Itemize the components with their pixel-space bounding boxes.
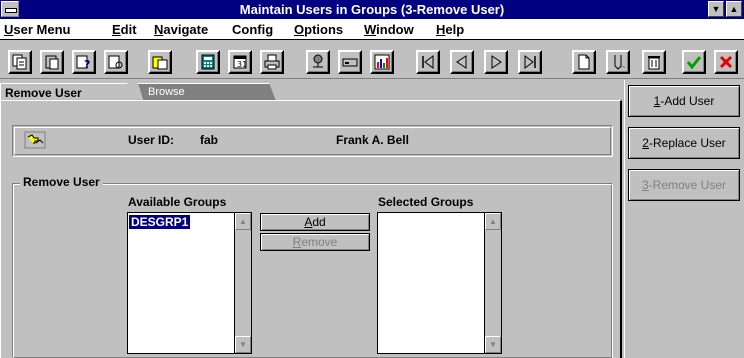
last-record-icon[interactable] [518,50,542,74]
query-icon[interactable]: ? [72,50,96,74]
remove-button[interactable]: Remove [260,233,370,251]
available-groups-list[interactable]: DESGRP1 ▲ ▼ [127,212,252,354]
prev-record-icon[interactable] [450,50,474,74]
first-record-icon[interactable] [416,50,440,74]
replace-user-button[interactable]: 2-Replace User [628,127,740,159]
scroll-up-icon[interactable]: ▲ [485,213,501,230]
menu-config[interactable]: Config [232,22,273,37]
add-user-button[interactable]: 1-Add User [628,85,740,117]
network-icon[interactable] [306,50,330,74]
menu-bar: User Menu Edit Navigate Config Options W… [0,19,744,40]
remove-user-legend: Remove User [20,175,103,189]
list-item[interactable]: DESGRP1 [129,215,191,229]
scroll-up-icon[interactable]: ▲ [235,213,251,230]
menu-help[interactable]: Help [436,22,464,37]
restore-icon[interactable]: ▲ [726,1,742,17]
drill-down-icon[interactable] [606,50,630,74]
available-groups-scrollbar[interactable]: ▲ ▼ [234,213,251,353]
clipboard-icon[interactable] [148,50,172,74]
tab-remove-user[interactable]: Remove User [0,83,138,101]
window-title: Maintain Users in Groups (3-Remove User) [239,2,505,17]
scroll-down-icon[interactable]: ▼ [235,336,251,353]
chart-icon[interactable] [370,50,394,74]
selected-groups-label: Selected Groups [378,195,474,209]
accept-icon[interactable] [682,50,706,74]
calculator-icon[interactable] [196,50,220,74]
next-record-icon[interactable] [484,50,508,74]
tab-browse[interactable]: Browse [138,83,276,101]
print-icon[interactable] [260,50,284,74]
svg-text:?: ? [84,58,90,70]
remove-user-button[interactable]: 3-Remove User [628,169,740,201]
calendar-icon[interactable]: 31 [228,50,252,74]
title-bar: Maintain Users in Groups (3-Remove User)… [0,0,744,19]
add-button[interactable]: Add [260,213,370,231]
menu-options[interactable]: Options [294,22,343,37]
user-key-icon [24,131,46,149]
user-id-value: fab [200,133,218,147]
tab-browse-label: Browse [148,86,185,98]
user-id-label: User ID: [128,133,175,147]
delete-icon[interactable] [642,50,666,74]
paste-icon[interactable] [40,50,64,74]
toolbar: ? 31 [0,41,744,79]
svg-text:31: 31 [237,60,247,69]
available-groups-label: Available Groups [128,195,227,209]
minimize-icon[interactable]: ▼ [708,1,724,17]
scroll-down-icon[interactable]: ▼ [485,336,501,353]
selected-groups-scrollbar[interactable]: ▲ ▼ [484,213,501,353]
user-full-name: Frank A. Bell [336,133,409,147]
drive-icon[interactable] [338,50,362,74]
copy-icon[interactable] [8,50,32,74]
cancel-icon[interactable] [714,50,738,74]
new-record-icon[interactable] [572,50,596,74]
menu-navigate[interactable]: Navigate [154,22,208,37]
menu-edit[interactable]: Edit [112,22,137,37]
find-icon[interactable] [104,50,128,74]
menu-window[interactable]: Window [364,22,414,37]
menu-user-menu[interactable]: User Menu [4,22,70,37]
selected-groups-list[interactable]: ▲ ▼ [377,212,502,354]
